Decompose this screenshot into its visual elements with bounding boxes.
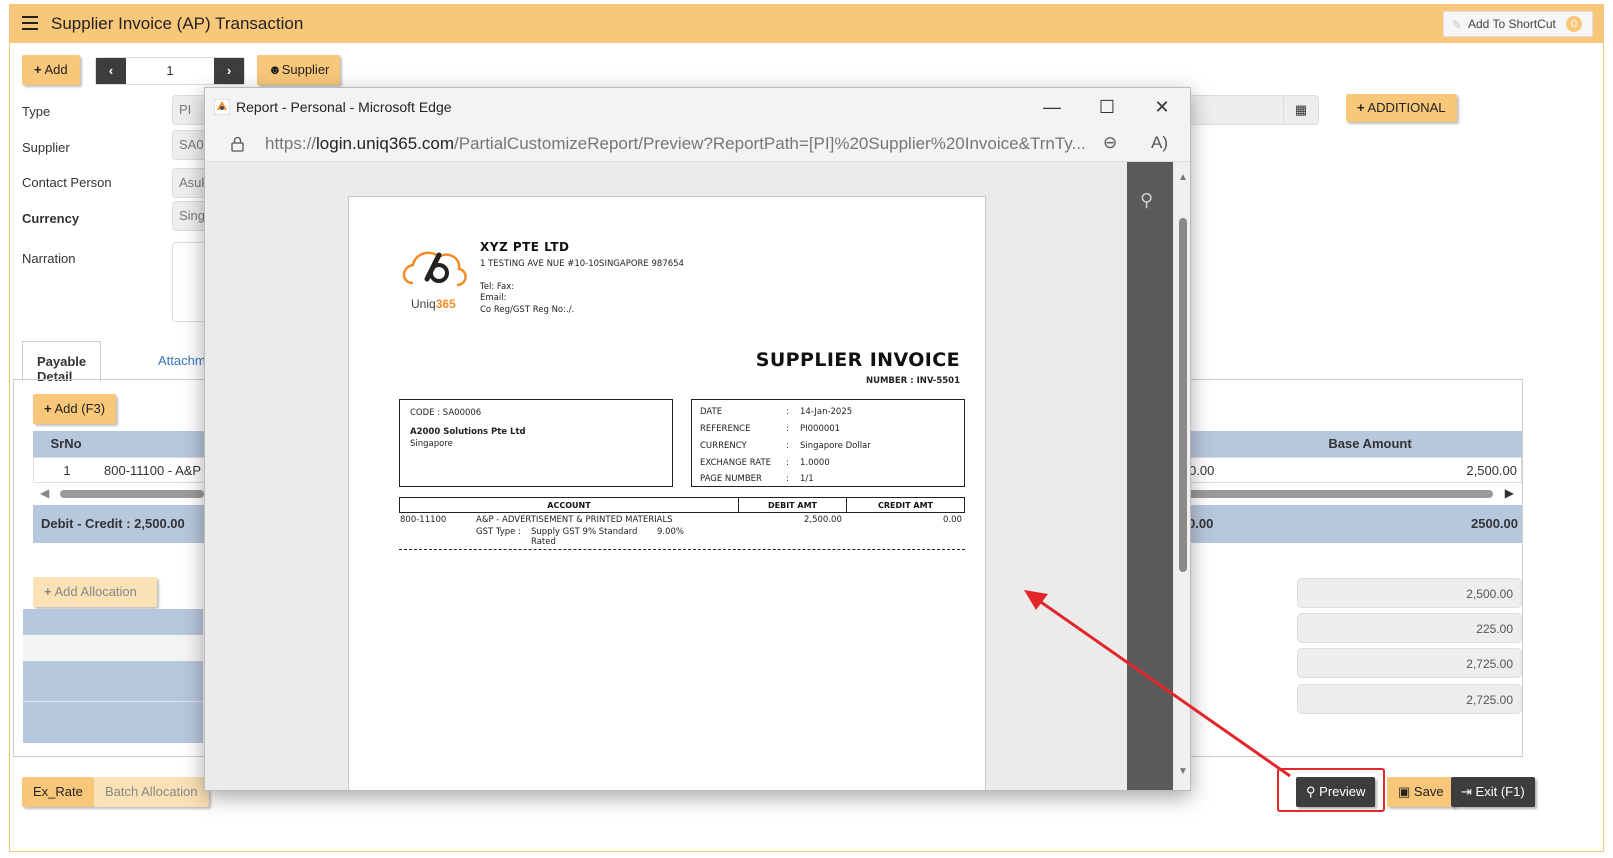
annotation-arrow bbox=[1024, 590, 1291, 778]
